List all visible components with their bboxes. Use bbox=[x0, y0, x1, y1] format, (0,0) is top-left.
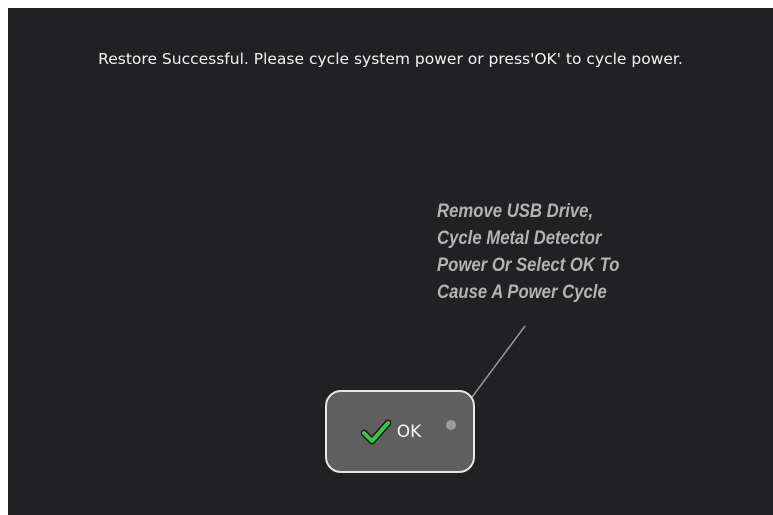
checkmark-icon bbox=[360, 419, 391, 444]
ok-button[interactable]: OK bbox=[325, 390, 475, 473]
annotation-line-1: Remove USB Drive, bbox=[437, 201, 594, 222]
ok-button-content: OK bbox=[360, 419, 422, 445]
annotation-line-3: Power Or Select OK To bbox=[437, 255, 620, 276]
annotation-line-4: Cause A Power Cycle bbox=[437, 282, 607, 303]
restore-status-message: Restore Successful. Please cycle system … bbox=[98, 50, 683, 68]
annotation-callout: Remove USB Drive, Cycle Metal Detector P… bbox=[437, 198, 666, 306]
ok-button-label: OK bbox=[396, 421, 422, 442]
device-screen: Restore Successful. Please cycle system … bbox=[8, 8, 773, 515]
annotation-line-2: Cycle Metal Detector bbox=[437, 228, 602, 249]
